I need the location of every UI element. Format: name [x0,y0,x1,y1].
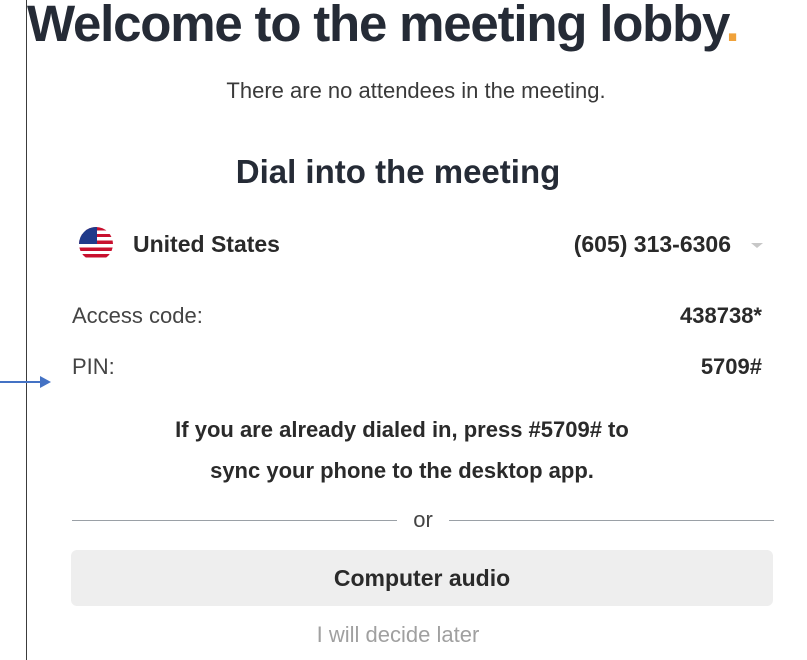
sync-message-line-1: If you are already dialed in, press #570… [175,417,629,442]
access-code-row: Access code: 438738* [72,303,762,329]
pin-value: 5709# [700,354,762,379]
divider-line-left [72,519,398,521]
page-title: Welcome to the meeting lobby. [27,0,740,53]
dial-in-phone-number: (605) 313-6306 [573,230,731,257]
computer-audio-button[interactable]: Computer audio [71,550,773,606]
attendees-status: There are no attendees in the meeting. [226,78,606,103]
annotation-arrow-icon [0,376,51,388]
dial-in-heading: Dial into the meeting [235,153,561,190]
country-phone-selector[interactable]: United States (605) 313-6306 [79,225,763,263]
divider-or-text: or [413,507,433,532]
title-accent-dot: . [725,0,739,52]
sync-message-line-2: sync your phone to the desktop app. [210,458,594,483]
pin-label: PIN: [72,354,115,379]
pin-row: PIN: 5709# [72,354,762,380]
sync-phone-message: If you are already dialed in, press #570… [7,409,797,491]
meeting-lobby-panel: Welcome to the meeting lobby. There are … [26,0,807,660]
access-code-value: 438738* [680,303,762,328]
access-code-label: Access code: [72,303,203,328]
decide-later-link[interactable]: I will decide later [3,622,793,648]
chevron-down-icon[interactable] [751,242,763,248]
divider-line-right [448,519,774,521]
or-divider: or [72,507,774,533]
title-text: Welcome to the meeting lobby [27,0,727,52]
country-name: United States [133,230,280,257]
us-flag-icon [79,227,113,261]
